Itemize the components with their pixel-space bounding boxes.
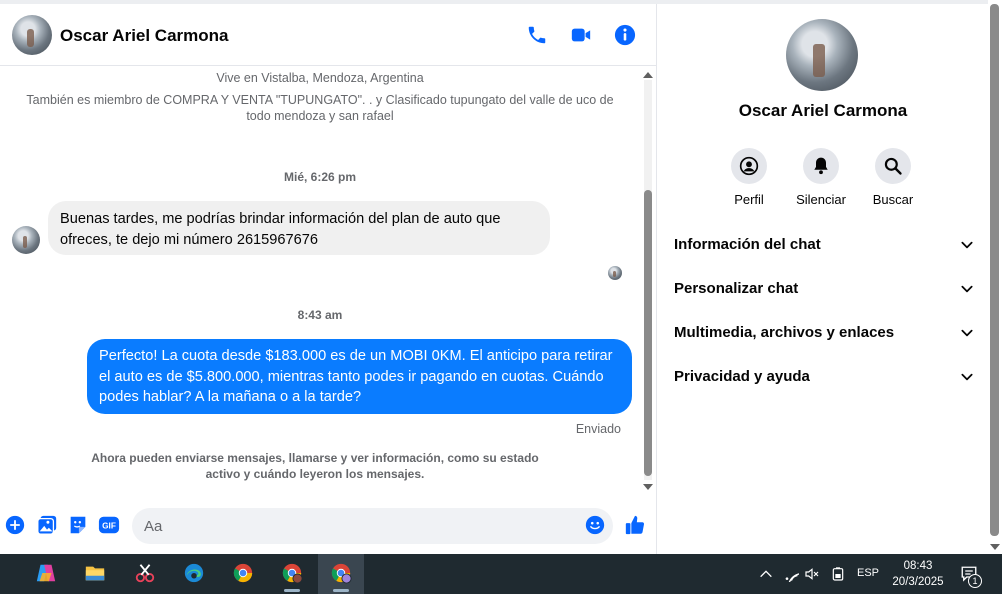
timestamp: 8:43 am xyxy=(297,308,343,322)
section-title: Multimedia, archivos y enlaces xyxy=(674,324,895,341)
mute-button[interactable]: Silenciar xyxy=(786,148,856,207)
chrome-profile-icon xyxy=(282,563,303,584)
seen-indicator-avatar xyxy=(608,266,622,280)
timestamp: Mié, 6:26 pm xyxy=(283,170,357,184)
section-title: Privacidad y ayuda xyxy=(674,368,810,385)
gif-icon[interactable]: GIF xyxy=(98,514,120,536)
mute-label: Silenciar xyxy=(796,192,846,207)
chat-scrollbar[interactable] xyxy=(642,70,654,490)
chevron-down-icon xyxy=(961,373,973,381)
composer: GIF xyxy=(0,502,656,550)
taskbar-chrome-profile[interactable] xyxy=(269,554,315,594)
scroll-down-arrow-icon[interactable] xyxy=(990,544,1000,550)
profile-label: Perfil xyxy=(734,192,764,207)
chevron-up-icon[interactable] xyxy=(758,566,774,582)
sent-status: Enviado xyxy=(575,422,621,436)
privacy-notice: Ahora pueden enviarse mensajes, llamarse… xyxy=(91,451,539,481)
taskbar-chrome[interactable] xyxy=(220,554,266,594)
video-camera-icon[interactable] xyxy=(570,24,592,46)
profile-avatar[interactable] xyxy=(786,19,858,91)
outgoing-message[interactable]: Perfecto! La cuota desde $183.000 es de … xyxy=(87,339,632,414)
running-indicator xyxy=(284,589,300,592)
section-customize-chat[interactable]: Personalizar chat xyxy=(674,274,974,304)
message-input[interactable] xyxy=(132,508,613,544)
windows-taskbar: ESP 08:43 20/3/2025 1 xyxy=(0,554,1002,594)
taskbar-snipping-tool[interactable] xyxy=(122,554,168,594)
chat-details-pane: Oscar Ariel Carmona Perfil Silenciar Bus… xyxy=(658,4,988,554)
section-privacy-help[interactable]: Privacidad y ayuda xyxy=(674,362,974,392)
taskbar-copilot[interactable] xyxy=(23,554,69,594)
profile-icon xyxy=(739,156,759,176)
contact-location: Vive en Vistalba, Mendoza, Argentina xyxy=(216,71,424,85)
chevron-down-icon xyxy=(961,329,973,337)
incoming-message[interactable]: Buenas tardes, me podrías brindar inform… xyxy=(48,201,550,255)
contact-groups: También es miembro de COMPRA Y VENTA "TU… xyxy=(26,93,614,123)
chevron-down-icon xyxy=(961,285,973,293)
chevron-down-icon xyxy=(961,241,973,249)
file-explorer-icon xyxy=(85,566,105,581)
photo-icon[interactable] xyxy=(36,514,58,536)
section-title: Personalizar chat xyxy=(674,280,799,297)
chat-pane: Oscar Ariel Carmona Vive en Vistalba, Me… xyxy=(0,4,657,554)
edge-icon xyxy=(184,563,204,583)
language-indicator[interactable]: ESP xyxy=(857,567,879,607)
message-thread[interactable]: Vive en Vistalba, Mendoza, Argentina Tam… xyxy=(0,66,640,496)
contact-avatar[interactable] xyxy=(12,15,52,55)
battery-icon[interactable] xyxy=(830,566,846,582)
running-indicator xyxy=(333,589,349,592)
clock-time: 08:43 xyxy=(903,560,933,572)
messenger-window: Oscar Ariel Carmona Vive en Vistalba, Me… xyxy=(0,0,1002,554)
search-button[interactable]: Buscar xyxy=(858,148,928,207)
gif-label: GIF xyxy=(102,522,116,531)
wifi-icon[interactable] xyxy=(783,566,799,582)
section-media-files-links[interactable]: Multimedia, archivos y enlaces xyxy=(674,318,974,348)
profile-button[interactable]: Perfil xyxy=(714,148,784,207)
scroll-up-arrow-icon[interactable] xyxy=(643,72,653,78)
scroll-thumb[interactable] xyxy=(644,190,652,476)
system-clock[interactable]: 08:43 20/3/2025 xyxy=(884,558,952,590)
sticker-icon[interactable] xyxy=(67,514,89,536)
chrome-icon xyxy=(233,563,253,583)
copilot-icon xyxy=(36,564,56,582)
page-scroll-thumb[interactable] xyxy=(990,4,999,536)
like-icon[interactable] xyxy=(624,514,646,536)
section-chat-info[interactable]: Información del chat xyxy=(674,230,974,260)
plus-icon[interactable] xyxy=(4,514,26,536)
clock-date: 20/3/2025 xyxy=(892,576,944,588)
section-title: Información del chat xyxy=(674,236,821,253)
profile-name[interactable]: Oscar Ariel Carmona xyxy=(658,101,988,121)
bell-icon xyxy=(814,157,828,175)
snipping-tool-icon xyxy=(135,564,155,583)
contact-name[interactable]: Oscar Ariel Carmona xyxy=(60,26,229,46)
sender-avatar[interactable] xyxy=(12,226,40,254)
taskbar-file-explorer[interactable] xyxy=(72,554,118,594)
chrome-profile-2-icon xyxy=(331,563,352,584)
emoji-icon[interactable] xyxy=(584,514,606,536)
chat-header: Oscar Ariel Carmona xyxy=(0,4,656,66)
volume-muted-icon[interactable] xyxy=(804,566,820,582)
page-scrollbar[interactable] xyxy=(988,0,1002,554)
phone-icon[interactable] xyxy=(526,24,548,46)
info-icon[interactable] xyxy=(614,24,636,46)
search-icon xyxy=(884,157,902,175)
taskbar-chrome-profile-2[interactable] xyxy=(318,554,364,594)
scroll-down-arrow-icon[interactable] xyxy=(643,484,653,490)
notification-count-badge: 1 xyxy=(968,574,982,588)
taskbar-edge[interactable] xyxy=(171,554,217,594)
search-label: Buscar xyxy=(872,192,914,207)
